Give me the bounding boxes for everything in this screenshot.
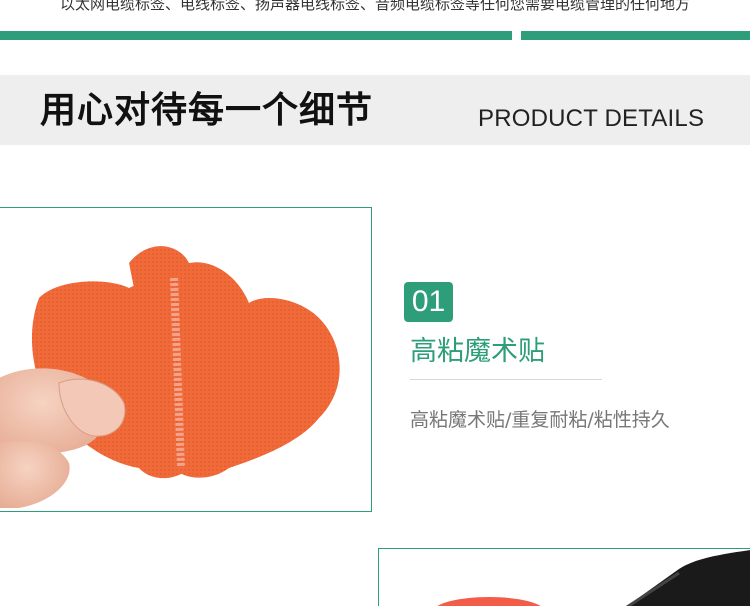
product-photo-marker (378, 548, 750, 606)
top-caption: 以太网电缆标签、电线标签、扬声器电线标签、音频电缆标签等任何您需要电缆管理的任何… (59, 0, 690, 13)
product-photo-velcro (0, 207, 372, 512)
feature-divider (410, 379, 602, 380)
section-title-en: PRODUCT DETAILS (478, 105, 705, 132)
divider-bar-left (0, 31, 512, 40)
feature-number-badge: 01 (404, 282, 453, 322)
section-title-cn: 用心对待每一个细节 (40, 90, 374, 131)
feature-title: 高粘魔术贴 (410, 336, 545, 367)
feature-description: 高粘魔术贴/重复耐粘/粘性持久 (410, 409, 670, 431)
divider-bar-right (521, 31, 750, 40)
